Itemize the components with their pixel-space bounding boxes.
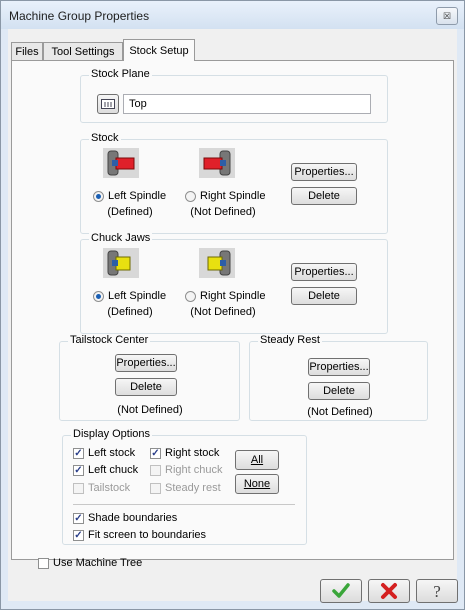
right-chuck-label: Right chuck [165,464,223,476]
left-chuck-checkbox[interactable]: ✓ [73,465,84,476]
chuck-left-status: (Defined) [107,306,153,318]
stock-right-status: (Not Defined) [190,206,256,218]
stock-right-spindle-label: Right Spindle [200,190,266,202]
stock-plane-input[interactable]: Top [123,94,371,114]
left-spindle-chuck-icon [103,248,139,278]
steady-rest-properties-button[interactable]: Properties... [308,358,370,376]
chuck-right-status: (Not Defined) [190,306,256,318]
display-options-legend: Display Options [71,428,153,440]
chuck-right-spindle-label: Right Spindle [200,290,266,302]
right-spindle-stock-icon [199,148,235,178]
tab-stock-setup[interactable]: Stock Setup [123,39,195,61]
stock-left-spindle-radio[interactable] [93,191,104,202]
chuck-jaws-group: Chuck Jaws Left Spindle (Defined) Right … [80,232,388,334]
fit-screen-checkbox[interactable]: ✓ [73,530,84,541]
machine-group-properties-window: Machine Group Properties ☒ Files Tool Se… [0,0,465,610]
question-icon: ? [433,582,441,601]
left-spindle-stock-icon [103,148,139,178]
close-button[interactable]: ☒ [436,7,458,25]
shade-boundaries-checkbox[interactable]: ✓ [73,513,84,524]
tailstock-label: Tailstock [88,482,131,494]
shade-boundaries-label: Shade boundaries [88,512,178,524]
title-bar: Machine Group Properties ☒ [1,1,464,29]
cancel-button[interactable] [368,579,410,603]
tailstock-delete-button[interactable]: Delete [115,378,177,396]
tailstock-status: (Not Defined) [117,404,183,416]
tailstock-center-group: Tailstock Center Properties... Delete (N… [59,334,240,421]
stock-properties-button[interactable]: Properties... [291,163,357,181]
display-options-divider [73,504,295,505]
stock-setup-panel: Stock Plane Top Stock Left Spindle (Defi… [11,60,454,560]
stock-group: Stock Left Spindle (Defined) Right Spind… [80,132,388,234]
steady-rest-legend: Steady Rest [258,334,322,346]
all-button[interactable]: All [235,450,279,470]
stock-legend: Stock [89,132,121,144]
cross-icon [381,583,397,599]
right-chuck-checkbox[interactable] [150,465,161,476]
stock-plane-legend: Stock Plane [89,68,152,80]
fit-screen-label: Fit screen to boundaries [88,529,207,541]
chuck-properties-button[interactable]: Properties... [291,263,357,281]
tailstock-checkbox[interactable] [73,483,84,494]
stock-left-status: (Defined) [107,206,153,218]
steady-rest-group: Steady Rest Properties... Delete (Not De… [249,334,428,421]
help-button[interactable]: ? [416,579,458,603]
ok-button[interactable] [320,579,362,603]
tailstock-properties-button[interactable]: Properties... [115,354,177,372]
tab-tool-settings[interactable]: Tool Settings [43,42,123,60]
chuck-left-spindle-radio[interactable] [93,291,104,302]
display-options-group: Display Options ✓ Left stock ✓ Right sto… [62,428,307,545]
right-stock-label: Right stock [165,447,220,459]
dialog-client-area: Files Tool Settings Stock Setup Stock Pl… [8,29,458,603]
left-stock-label: Left stock [88,447,136,459]
steady-rest-label: Steady rest [165,482,221,494]
stock-right-spindle-radio[interactable] [185,191,196,202]
stock-delete-button[interactable]: Delete [291,187,357,205]
window-title: Machine Group Properties [9,9,150,23]
stock-plane-group: Stock Plane Top [80,68,388,123]
right-stock-checkbox[interactable]: ✓ [150,448,161,459]
steady-rest-status: (Not Defined) [307,406,373,418]
plane-selector-button[interactable] [97,94,119,114]
checkmark-icon [332,583,350,598]
chuck-left-spindle-label: Left Spindle [108,290,167,302]
left-stock-checkbox[interactable]: ✓ [73,448,84,459]
plane-selector-icon [101,99,115,109]
steady-rest-checkbox[interactable] [150,483,161,494]
use-machine-tree-checkbox[interactable] [38,558,49,569]
none-button[interactable]: None [235,474,279,494]
stock-left-spindle-label: Left Spindle [108,190,167,202]
right-spindle-chuck-icon [199,248,235,278]
left-chuck-label: Left chuck [88,464,139,476]
svg-text:?: ? [433,582,441,601]
chuck-right-spindle-radio[interactable] [185,291,196,302]
steady-rest-delete-button[interactable]: Delete [308,382,370,400]
chuck-delete-button[interactable]: Delete [291,287,357,305]
chuck-jaws-legend: Chuck Jaws [89,232,153,244]
tab-files[interactable]: Files [11,42,43,60]
use-machine-tree-label: Use Machine Tree [53,557,143,569]
tailstock-legend: Tailstock Center [68,334,151,346]
